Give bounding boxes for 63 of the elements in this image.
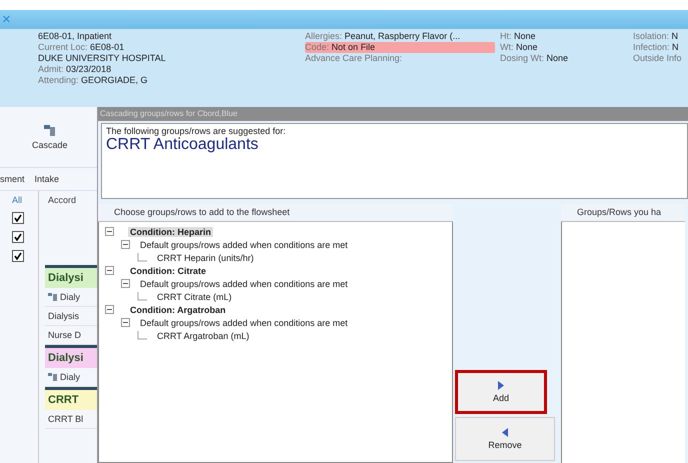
- checkbox[interactable]: [12, 212, 24, 224]
- group-row[interactable]: Dialy: [60, 368, 80, 386]
- tree-line-icon: [137, 331, 147, 340]
- group-header[interactable]: CRRT: [45, 387, 97, 410]
- tree-item[interactable]: Condition: Heparin: [128, 226, 213, 236]
- group-header[interactable]: Dialysi: [45, 345, 97, 368]
- patient-info: Current Loc: 6E08-01: [38, 42, 126, 53]
- intro-text: The following groups/rows are suggested for:: [106, 126, 287, 136]
- patient-info: Isolation: N: [633, 31, 680, 42]
- tree-item[interactable]: Condition: Argatroban: [128, 304, 228, 314]
- group-header[interactable]: Dialysi: [45, 265, 97, 288]
- collapse-icon[interactable]: [121, 240, 130, 249]
- dialog-title: Cascading groups/rows for Cbord,Blue: [98, 107, 688, 121]
- collapse-icon[interactable]: [105, 305, 114, 314]
- tree-item[interactable]: Default groups/rows added when conditions are met: [138, 278, 350, 288]
- left-arrow-icon: [502, 428, 508, 437]
- tree-item[interactable]: Default groups/rows added when conditions are met: [138, 240, 350, 250]
- patient-info: 6E08-01, Inpatient: [38, 31, 113, 42]
- tab[interactable]: Intake: [34, 174, 60, 184]
- checkbox[interactable]: [12, 250, 24, 262]
- group-row[interactable]: Dialy: [60, 288, 80, 306]
- group-row[interactable]: CRRT Bl: [48, 410, 84, 428]
- grid-icon: [48, 373, 57, 381]
- patient-info: Wt: None: [500, 42, 539, 53]
- patient-info: Attending: GEORGIADE, G: [38, 75, 149, 86]
- checkbox[interactable]: [12, 231, 24, 243]
- group-row[interactable]: Dialysis: [48, 307, 80, 325]
- patient-info: Ht: None: [500, 31, 537, 42]
- panel-title: Choose groups/rows to add to the flowsheet: [98, 204, 453, 222]
- tree-item[interactable]: CRRT Argatroban (mL): [155, 330, 252, 340]
- check-icon: [14, 252, 22, 260]
- tree-line-icon: [137, 292, 147, 301]
- remove-button[interactable]: Remove: [455, 417, 555, 461]
- patient-info: DUKE UNIVERSITY HOSPITAL: [38, 53, 167, 64]
- suggestion-heading: CRRT Anticoagulants: [106, 136, 260, 154]
- tree-item[interactable]: Default groups/rows added when conditions are met: [138, 318, 350, 328]
- group-row[interactable]: Nurse D: [48, 326, 82, 344]
- collapse-icon[interactable]: [105, 227, 114, 236]
- right-arrow-icon: [498, 381, 504, 390]
- patient-info: Outside Info: [633, 53, 683, 64]
- column-header: Accord: [47, 194, 78, 207]
- collapse-icon[interactable]: [121, 318, 130, 327]
- patient-info: Advance Care Planning:: [305, 53, 404, 64]
- patient-info: Code: Not on File: [305, 42, 495, 53]
- cascade-icon: [44, 124, 56, 136]
- grid-icon: [48, 293, 57, 301]
- panel-title: Groups/Rows you ha: [561, 204, 685, 222]
- tree-item[interactable]: Condition: Citrate: [128, 266, 208, 276]
- patient-info: Admit: 03/23/2018: [38, 64, 112, 75]
- tab[interactable]: sment: [0, 174, 25, 184]
- check-icon: [14, 233, 22, 241]
- select-all-link[interactable]: All: [12, 195, 38, 205]
- check-icon: [14, 214, 22, 222]
- collapse-icon[interactable]: [105, 266, 114, 275]
- collapse-icon[interactable]: [121, 279, 130, 288]
- patient-info: Infection: N: [633, 42, 680, 53]
- add-button[interactable]: Add: [455, 370, 547, 414]
- tree-item[interactable]: CRRT Citrate (mL): [155, 292, 234, 302]
- tree-line-icon: [137, 253, 147, 262]
- tree-item[interactable]: CRRT Heparin (units/hr): [155, 252, 256, 262]
- patient-info: Dosing Wt: None: [500, 53, 570, 64]
- cascade-button[interactable]: Cascade: [30, 122, 70, 152]
- patient-info: Allergies: Peanut, Raspberry Flavor (...: [305, 31, 462, 42]
